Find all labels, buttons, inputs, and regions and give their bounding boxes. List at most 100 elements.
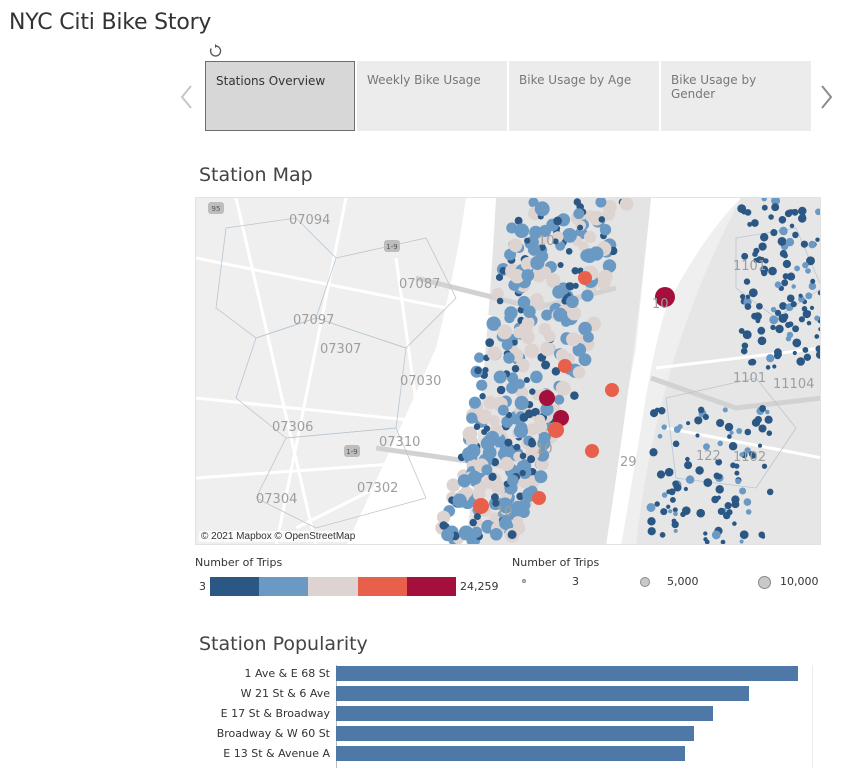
station-dot[interactable] — [495, 273, 504, 281]
station-dot[interactable] — [743, 278, 751, 285]
bar-row[interactable]: E 13 St & Avenue A — [0, 745, 841, 763]
station-dot[interactable] — [481, 464, 493, 476]
station-dot[interactable] — [696, 508, 706, 518]
station-dot[interactable] — [753, 247, 760, 254]
station-dot[interactable] — [482, 366, 489, 374]
station-dot[interactable] — [792, 231, 799, 239]
station-dot[interactable] — [514, 378, 525, 390]
station-dot[interactable] — [599, 224, 612, 236]
station-dot[interactable] — [660, 508, 668, 516]
station-dot[interactable] — [519, 413, 529, 422]
station-dot[interactable] — [534, 414, 546, 426]
station-dot[interactable] — [578, 271, 592, 285]
station-dot[interactable] — [605, 383, 619, 397]
station-dot[interactable] — [771, 203, 780, 212]
station-dot[interactable] — [768, 266, 777, 276]
station-dot[interactable] — [566, 306, 582, 321]
station-dot[interactable] — [647, 527, 656, 536]
tab-bike-usage-by-age[interactable]: Bike Usage by Age — [509, 61, 659, 131]
station-dot[interactable] — [466, 412, 478, 424]
station-dot[interactable] — [566, 295, 579, 309]
station-dot[interactable] — [487, 346, 502, 361]
station-dot[interactable] — [476, 379, 488, 391]
station-dot[interactable] — [577, 224, 584, 231]
station-dot[interactable] — [776, 351, 782, 358]
station-dot[interactable] — [469, 518, 477, 527]
station-dot[interactable] — [659, 532, 666, 538]
station-dot[interactable] — [514, 223, 530, 239]
station-dot[interactable] — [528, 439, 537, 448]
station-dot[interactable] — [664, 467, 674, 477]
station-dot[interactable] — [657, 433, 663, 439]
station-dot[interactable] — [739, 293, 746, 300]
station-dot[interactable] — [800, 240, 808, 248]
station-dot[interactable] — [540, 341, 555, 357]
station-dot[interactable] — [792, 325, 800, 333]
station-dot[interactable] — [796, 357, 805, 366]
station-dot[interactable] — [757, 443, 763, 448]
station-map[interactable]: 07094 07087 07097 07307 07030 07306 07310 07304… — [195, 197, 821, 545]
station-dot[interactable] — [438, 511, 451, 523]
station-dot[interactable] — [694, 416, 703, 425]
station-dot[interactable] — [798, 316, 805, 323]
station-dot[interactable] — [806, 320, 812, 326]
station-dot[interactable] — [745, 294, 751, 300]
station-dot[interactable] — [683, 486, 688, 492]
station-dot[interactable] — [717, 507, 726, 516]
station-dot[interactable] — [785, 237, 795, 247]
station-dot[interactable] — [735, 478, 741, 485]
station-dot[interactable] — [541, 360, 551, 370]
station-dot[interactable] — [534, 201, 550, 217]
station-dot[interactable] — [524, 343, 540, 359]
station-dot[interactable] — [553, 307, 568, 322]
station-dot[interactable] — [766, 488, 774, 496]
bar-row[interactable]: 1 Ave & E 68 St — [0, 665, 841, 683]
station-dot[interactable] — [737, 204, 747, 213]
bar[interactable] — [336, 726, 695, 741]
station-dot[interactable] — [518, 321, 533, 336]
station-dot[interactable] — [571, 267, 579, 275]
station-dot[interactable] — [566, 332, 581, 347]
station-dot[interactable] — [739, 530, 749, 540]
station-dot[interactable] — [673, 528, 678, 533]
station-dot[interactable] — [534, 470, 548, 484]
station-dot[interactable] — [598, 269, 613, 285]
station-dot[interactable] — [758, 242, 767, 251]
station-dot[interactable] — [757, 326, 766, 335]
map-canvas[interactable]: 07094 07087 07097 07307 07030 07306 07310 07304… — [196, 198, 821, 545]
bar[interactable] — [336, 746, 685, 761]
station-dot[interactable] — [802, 261, 809, 269]
station-dot[interactable] — [697, 406, 705, 414]
station-dot[interactable] — [647, 517, 656, 526]
station-dot[interactable] — [810, 278, 816, 284]
station-dot[interactable] — [649, 448, 658, 457]
station-dot[interactable] — [695, 466, 704, 475]
station-dot[interactable] — [792, 338, 802, 348]
station-dot[interactable] — [439, 521, 448, 530]
station-dot[interactable] — [778, 216, 787, 224]
station-dot[interactable] — [789, 223, 795, 229]
station-dot[interactable] — [791, 284, 796, 289]
station-dot[interactable] — [562, 228, 577, 243]
station-dot[interactable] — [738, 327, 745, 334]
station-dot[interactable] — [441, 528, 454, 542]
station-dot[interactable] — [716, 495, 721, 500]
station-dot[interactable] — [573, 208, 585, 220]
station-dot[interactable] — [668, 488, 676, 496]
station-dot[interactable] — [720, 539, 726, 545]
station-dot[interactable] — [815, 237, 820, 242]
station-dot[interactable] — [715, 485, 724, 494]
station-dot[interactable] — [534, 299, 546, 311]
station-dot[interactable] — [731, 500, 740, 509]
station-dot[interactable] — [493, 370, 507, 384]
station-dot[interactable] — [686, 421, 691, 426]
station-dot[interactable] — [808, 240, 816, 249]
tab-stations-overview[interactable]: Stations Overview — [205, 61, 355, 131]
station-dot[interactable] — [661, 492, 668, 498]
station-dot[interactable] — [517, 295, 531, 309]
station-dot[interactable] — [585, 444, 599, 458]
station-dot[interactable] — [766, 354, 775, 363]
station-dot[interactable] — [768, 214, 774, 220]
station-dot[interactable] — [523, 376, 530, 384]
station-dot[interactable] — [530, 370, 543, 384]
